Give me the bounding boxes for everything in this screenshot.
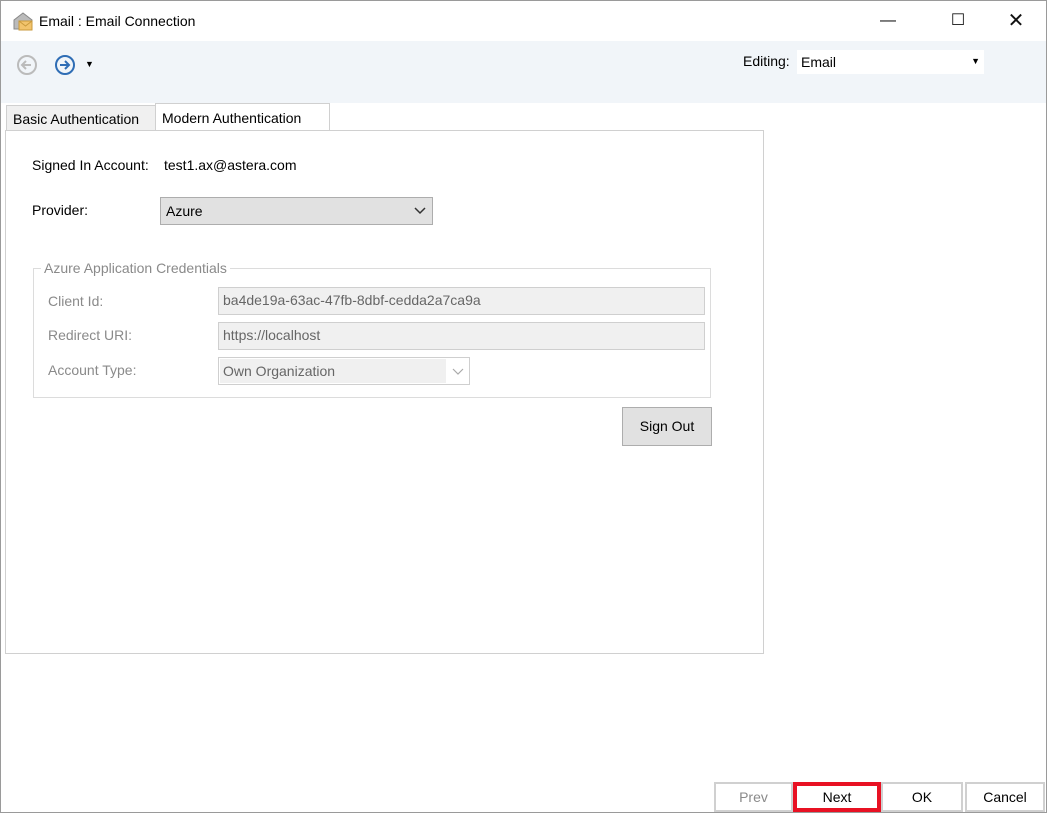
account-type-select[interactable]: Own Organization (218, 357, 470, 385)
signed-in-label: Signed In Account: (32, 157, 149, 173)
arrow-left-circle-icon[interactable] (16, 54, 38, 76)
toolbar: ▼ Editing: Email ▼ (1, 41, 1046, 103)
provider-label: Provider: (32, 202, 89, 218)
client-id-input[interactable]: ba4de19a-63ac-47fb-8dbf-cedda2a7ca9a (218, 287, 705, 315)
close-button[interactable]: ✕ (993, 7, 1039, 35)
provider-select[interactable]: Azure (160, 197, 433, 225)
ok-button[interactable]: OK (881, 782, 963, 812)
editing-label: Editing: (743, 53, 790, 69)
dialog-window: Email : Email Connection — ☐ ✕ ▼ Editing… (0, 0, 1047, 813)
forward-dropdown-icon[interactable]: ▼ (85, 59, 94, 69)
group-title: Azure Application Credentials (41, 260, 230, 276)
arrow-right-circle-icon[interactable] (54, 54, 76, 76)
tab-basic-authentication[interactable]: Basic Authentication (6, 105, 156, 131)
signed-in-value: test1.ax@astera.com (164, 157, 297, 173)
tab-modern-authentication[interactable]: Modern Authentication (155, 103, 330, 132)
chevron-down-icon: ▼ (971, 56, 980, 66)
client-id-label: Client Id: (48, 293, 104, 309)
title-bar: Email : Email Connection — ☐ ✕ (1, 1, 1046, 41)
window-title: Email : Email Connection (39, 13, 196, 29)
email-envelope-icon (13, 12, 33, 31)
next-button[interactable]: Next (793, 782, 881, 812)
minimize-button[interactable]: — (865, 7, 911, 35)
redirect-uri-input[interactable]: https://localhost (218, 322, 705, 350)
prev-button[interactable]: Prev (714, 782, 793, 812)
redirect-uri-label: Redirect URI: (48, 327, 133, 343)
editing-value: Email (801, 54, 837, 70)
account-type-value: Own Organization (220, 359, 446, 383)
chevron-down-icon (452, 368, 464, 375)
provider-value: Azure (166, 203, 203, 219)
account-type-label: Account Type: (48, 362, 137, 378)
chevron-down-icon (414, 207, 426, 215)
cancel-button[interactable]: Cancel (965, 782, 1045, 812)
editing-select[interactable]: Email ▼ (797, 50, 984, 74)
sign-out-button[interactable]: Sign Out (622, 407, 712, 446)
maximize-button[interactable]: ☐ (935, 7, 981, 35)
